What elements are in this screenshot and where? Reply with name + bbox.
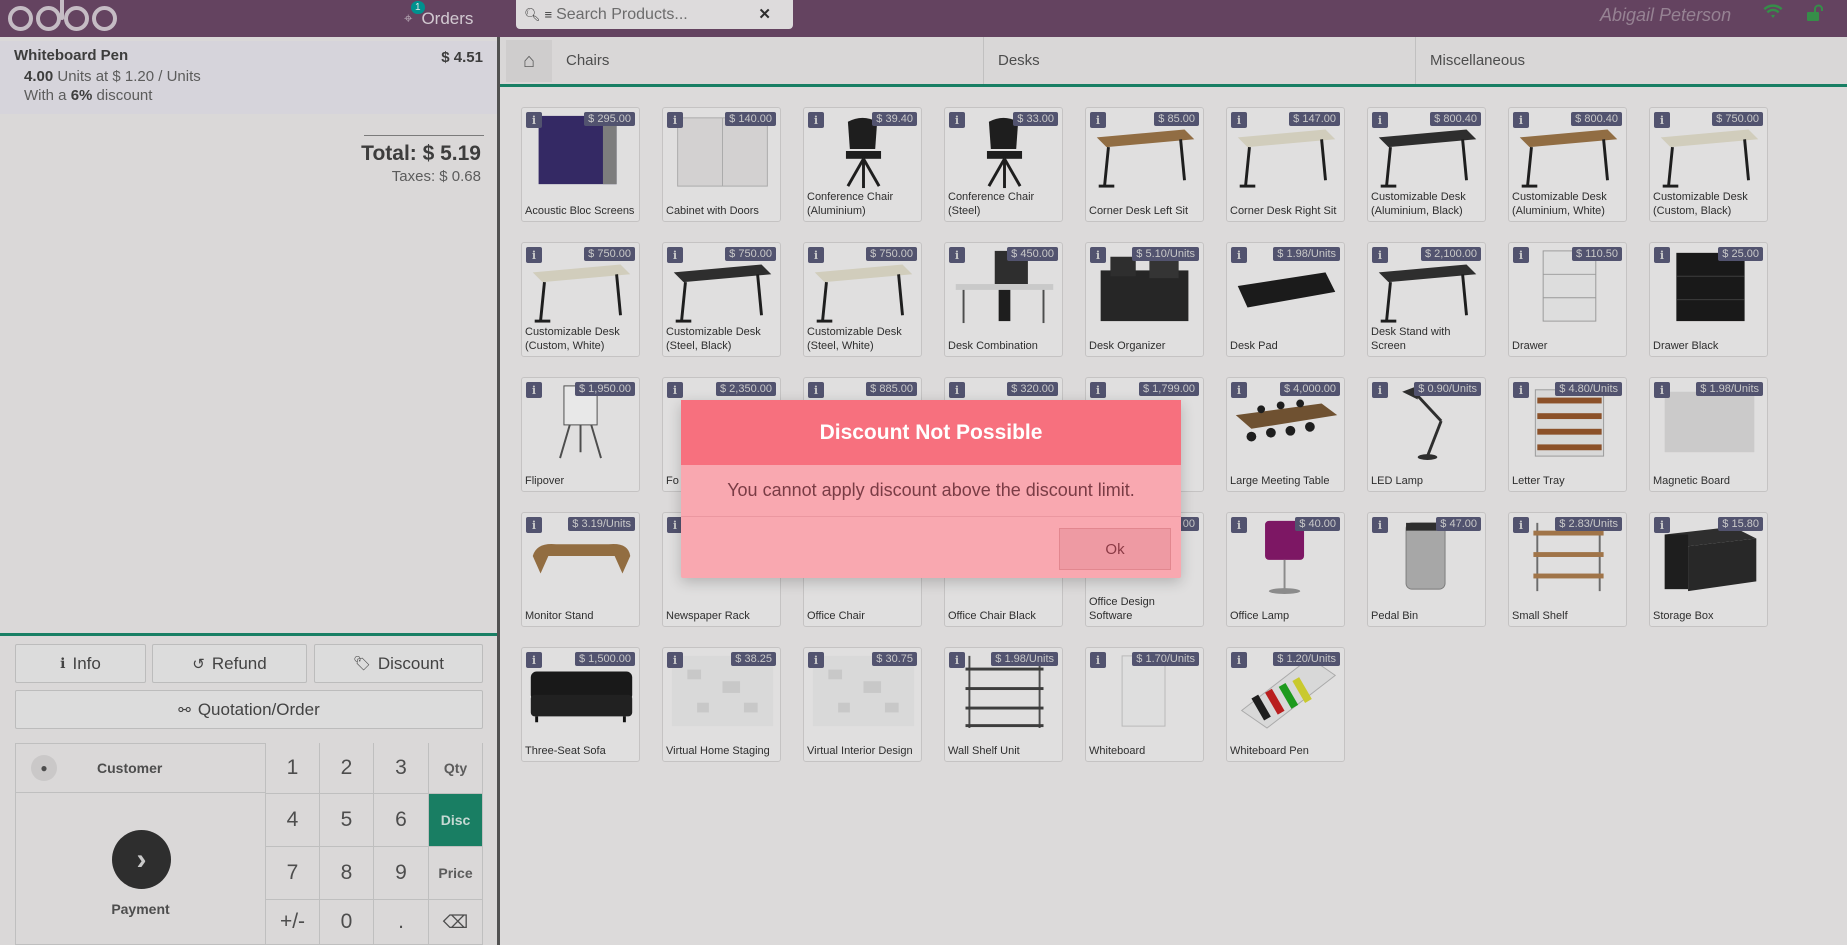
pos-app: ⌖ 1 Orders 🔍︎ ≡ Search Products... ✕ Abig… [0, 0, 1847, 945]
dialog-title: Discount Not Possible [681, 400, 1181, 465]
ok-button[interactable]: Ok [1059, 528, 1171, 570]
dialog-message: You cannot apply discount above the disc… [681, 465, 1181, 517]
error-dialog: Discount Not Possible You cannot apply d… [681, 400, 1181, 578]
